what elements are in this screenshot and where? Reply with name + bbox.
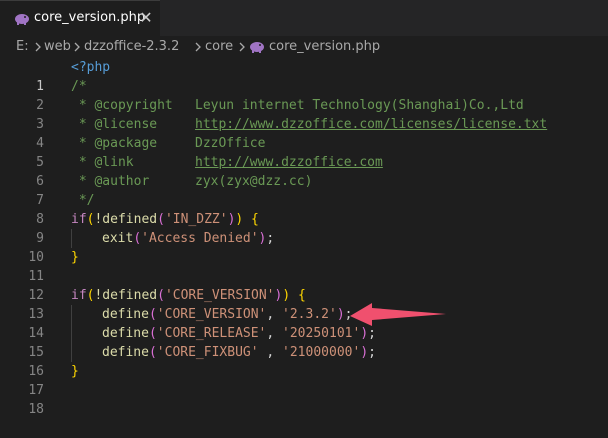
code-line-16: 16 define('CORE_FIXBUG' , '21000000'); (0, 343, 608, 379)
code-line-7: 7 * @author zyx(zyx@dzz.cc) (0, 172, 608, 208)
comment-tag: * @author (71, 174, 150, 189)
php-open-tag: <?php (71, 60, 111, 75)
code-line-3: 3 * @copyright Leyun internet Technology… (0, 96, 608, 132)
string-literal: 'Access Denied' (141, 231, 259, 246)
breadcrumb-item-file[interactable]: core_version.php (269, 39, 380, 54)
function-exit: exit (102, 231, 134, 246)
paren: ( (157, 212, 165, 227)
comment-tag: * @license (71, 117, 158, 132)
function-define: define (102, 345, 149, 360)
chevron-right-icon (74, 42, 80, 52)
breadcrumb-item-web[interactable]: web (44, 39, 71, 54)
comment: */ (71, 193, 95, 208)
code-line-15: 15 define('CORE_RELEASE', '20250101'); (0, 324, 608, 360)
close-icon[interactable]: ✕ (138, 9, 154, 27)
code-line-18: 18 (0, 381, 608, 417)
paren: ) (360, 345, 369, 360)
tab-label: core_version.php (34, 10, 146, 25)
string-literal: 'IN_DZZ' (164, 212, 228, 227)
code-line-14: 14 define('CORE_VERSION', '2.3.2'); (0, 305, 608, 341)
breadcrumb-item-project[interactable]: dzzoffice-2.3.2 (84, 39, 179, 54)
fixbug-value: '21000000' (282, 345, 361, 360)
punctuation: , (266, 307, 283, 322)
function-defined: !defined (94, 288, 158, 303)
breadcrumb-item-core[interactable]: core (205, 39, 233, 54)
code-line-5: 5 * @package DzzOffice (0, 134, 608, 170)
code-line-12: 12 (0, 267, 608, 303)
comment-value: Leyun internet Technology(Shanghai)Co.,L… (195, 98, 524, 113)
paren: ( (133, 231, 142, 246)
chevron-right-icon (239, 42, 245, 52)
paren: ( (148, 307, 157, 322)
code-editor[interactable]: 1 <?php 2 /* 3 * @copyright Leyun intern… (0, 58, 608, 417)
punctuation: ; (266, 231, 275, 246)
paren: ( (148, 345, 157, 360)
paren: ( (157, 288, 165, 303)
php-elephant-icon (15, 14, 29, 25)
brace: { (298, 288, 306, 303)
punctuation: , (258, 345, 283, 360)
annotation-arrow-icon (350, 303, 446, 326)
function-define: define (102, 326, 149, 341)
string-literal: 'CORE_FIXBUG' (156, 345, 259, 360)
comment-tag: * @link (71, 155, 134, 170)
php-elephant-icon (250, 42, 264, 53)
keyword-if: if (71, 288, 87, 303)
tab-core-version[interactable]: core_version.php ✕ (0, 0, 160, 36)
code-line-11: 11 } (0, 248, 608, 284)
punctuation (243, 212, 251, 227)
punctuation (290, 288, 298, 303)
code-line-2: 2 /* (0, 77, 608, 113)
code-line-1: 1 <?php (0, 58, 608, 94)
paren: ( (148, 326, 157, 341)
chevron-right-icon (35, 42, 41, 52)
brace: } (71, 364, 79, 379)
function-define: define (102, 307, 149, 322)
function-defined: !defined (94, 212, 158, 227)
comment-value: DzzOffice (195, 136, 266, 151)
website-link[interactable]: http://www.dzzoffice.com (195, 153, 383, 172)
comment: /* (71, 79, 87, 94)
paren: ) (282, 288, 291, 303)
paren: ) (336, 307, 345, 322)
brace: } (71, 250, 79, 265)
punctuation: , (266, 326, 283, 341)
code-line-6: 6 * @link http://www.dzzoffice.com (0, 153, 608, 189)
breadcrumb: E: web dzzoffice-2.3.2 core core_version… (0, 36, 608, 58)
code-line-8: 8 */ (0, 191, 608, 227)
comment-tag: * @copyright (71, 98, 173, 113)
chevron-right-icon (195, 42, 201, 52)
version-value: '2.3.2' (282, 307, 337, 322)
code-line-10: 10 exit('Access Denied'); (0, 229, 608, 265)
license-link[interactable]: http://www.dzzoffice.com/licenses/licens… (195, 115, 547, 134)
keyword-if: if (71, 212, 87, 227)
code-line-4: 4 * @license http://www.dzzoffice.com/li… (0, 115, 608, 151)
code-line-9: 9 if(!defined('IN_DZZ')) { (0, 210, 608, 246)
code-line-17: 17 } (0, 362, 608, 398)
code-line-13: 13 if(!defined('CORE_VERSION')) { (0, 286, 608, 322)
string-literal: 'CORE_VERSION' (156, 307, 267, 322)
comment-value: zyx(zyx@dzz.cc) (195, 174, 313, 189)
breadcrumb-item-drive[interactable]: E: (16, 39, 29, 54)
brace: { (251, 212, 259, 227)
comment-tag: * @package (71, 136, 158, 151)
string-literal: 'CORE_VERSION' (164, 288, 275, 303)
string-literal: 'CORE_RELEASE' (156, 326, 267, 341)
punctuation: ; (368, 345, 376, 360)
tab-bar: core_version.php ✕ (0, 0, 608, 37)
